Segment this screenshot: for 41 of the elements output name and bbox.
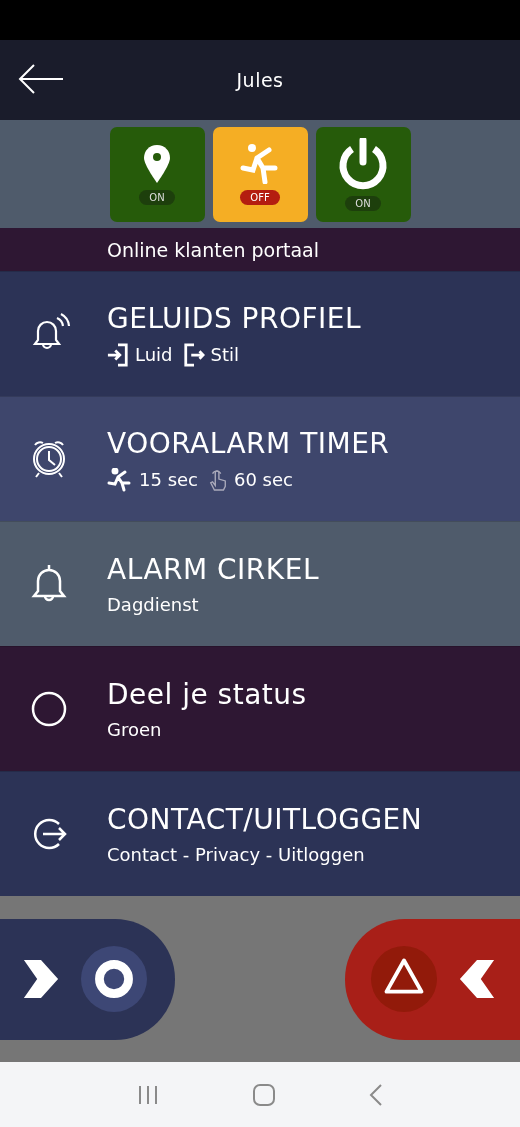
menu-title: CONTACT/UITLOGGEN xyxy=(107,803,423,836)
menu-title: GELUIDS PROFIEL xyxy=(107,301,362,335)
power-icon xyxy=(337,137,389,190)
exit-icon xyxy=(182,342,205,367)
menu-row[interactable]: ALARM CIRKEL Dagdienst xyxy=(0,521,520,646)
menu-subtitle: Online klanten portaal xyxy=(107,238,320,261)
menu-row[interactable]: VOORALARM TIMER 15 sec 60 sec xyxy=(0,396,520,521)
detail-text: 15 sec xyxy=(139,469,198,490)
location-pin-icon xyxy=(142,143,172,184)
chevron-left-icon xyxy=(458,958,496,1000)
menu-subtitle: Contact - Privacy - Uitloggen xyxy=(107,844,366,865)
menu-subtitle: Dagdienst xyxy=(107,594,200,615)
hand-pointer-icon xyxy=(208,467,228,492)
detail-text: Luid xyxy=(135,344,173,365)
screen-title: Jules xyxy=(236,69,284,91)
ring-icon xyxy=(80,945,148,1013)
check-in-button[interactable] xyxy=(0,918,175,1040)
menu-row[interactable]: Deel je status Groen xyxy=(0,646,520,771)
alarm-button[interactable] xyxy=(345,918,520,1040)
status-badge: OFF xyxy=(240,189,280,205)
toggle-tile[interactable]: OFF xyxy=(212,126,308,222)
toggle-tile[interactable]: ON xyxy=(315,126,411,222)
menu-row[interactable]: CONTACT/UITLOGGEN Contact - Privacy - Uitloggen xyxy=(0,771,520,896)
home-icon[interactable] xyxy=(252,1082,276,1107)
detail-text: 60 sec xyxy=(234,469,293,490)
menu-row[interactable]: GELUIDS PROFIEL Luid Stil xyxy=(0,271,520,396)
menu-subtitle: Groen xyxy=(107,719,163,740)
menu-title: ALARM CIRKEL xyxy=(107,553,319,586)
back-arrow-icon[interactable] xyxy=(18,64,64,94)
falling-person-icon xyxy=(107,467,133,492)
chevron-right-icon xyxy=(22,958,60,1000)
menu-title: VOORALARM TIMER xyxy=(107,426,390,460)
recent-apps-icon[interactable] xyxy=(136,1084,159,1105)
enter-icon xyxy=(107,342,129,367)
detail-text: Stil xyxy=(210,344,240,365)
toggle-tile[interactable]: ON xyxy=(109,126,205,222)
status-badge: ON xyxy=(345,195,381,211)
menu-row[interactable]: Online klanten portaal xyxy=(0,228,520,271)
status-badge: ON xyxy=(139,189,175,205)
menu-title: Deel je status xyxy=(107,678,307,711)
back-icon[interactable] xyxy=(369,1082,384,1107)
